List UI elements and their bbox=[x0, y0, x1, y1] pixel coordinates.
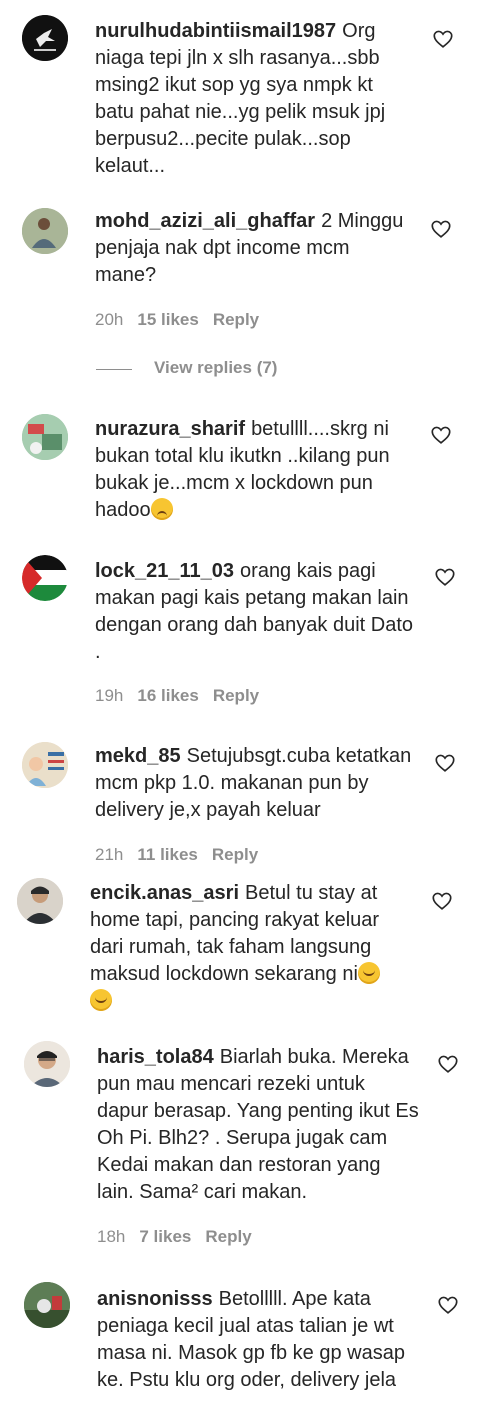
comment-time: 18h bbox=[97, 1227, 126, 1246]
comment-meta: 21h 11 likes Reply bbox=[95, 845, 272, 865]
comment-likes[interactable]: 7 likes bbox=[139, 1227, 191, 1246]
comment-username[interactable]: nurazura_sharif bbox=[95, 418, 245, 440]
heart-icon[interactable] bbox=[434, 752, 456, 774]
heart-icon[interactable] bbox=[432, 28, 454, 50]
comment-body: Biarlah buka. Mereka pun mau mencari rez… bbox=[97, 1046, 419, 1203]
comment-likes[interactable]: 15 likes bbox=[137, 310, 198, 329]
comment-text: haris_tola84 Biarlah buka. Mereka pun mau… bbox=[97, 1044, 419, 1206]
reply-button[interactable]: Reply bbox=[213, 310, 259, 329]
avatar[interactable] bbox=[17, 878, 63, 924]
reply-button[interactable]: Reply bbox=[212, 845, 258, 864]
comment-text: lock_21_11_03 orang kais pagi makan pagi … bbox=[95, 558, 415, 666]
comment-body: Org niaga tepi jln x slh rasanya...sbb m… bbox=[95, 20, 386, 177]
comment-meta: 20h 15 likes Reply bbox=[95, 310, 273, 330]
comment-username[interactable]: anisnonisss bbox=[97, 1288, 213, 1310]
comment-meta: 19h 16 likes Reply bbox=[95, 686, 273, 706]
heart-icon[interactable] bbox=[437, 1294, 459, 1316]
comment-text: encik.anas_asri Betul tu stay at home tap… bbox=[90, 880, 416, 1015]
heart-icon[interactable] bbox=[430, 424, 452, 446]
comment-time: 19h bbox=[95, 686, 124, 705]
avatar[interactable] bbox=[22, 742, 68, 788]
comment-likes[interactable]: 16 likes bbox=[137, 686, 198, 705]
comment-username[interactable]: nurulhudabintiismail1987 bbox=[95, 20, 336, 42]
comment-text: nurulhudabintiismail1987 Org niaga tepi j… bbox=[95, 18, 413, 180]
comment-meta: 18h 7 likes Reply bbox=[97, 1227, 266, 1247]
avatar[interactable] bbox=[24, 1041, 70, 1087]
avatar[interactable] bbox=[22, 208, 68, 254]
comment-likes[interactable]: 11 likes bbox=[137, 845, 198, 864]
view-replies-label[interactable]: View replies (7) bbox=[154, 358, 277, 378]
comment-username[interactable]: encik.anas_asri bbox=[90, 882, 239, 904]
comment-username[interactable]: mekd_85 bbox=[95, 745, 181, 767]
heart-icon[interactable] bbox=[437, 1053, 459, 1075]
comment-time: 21h bbox=[95, 845, 124, 864]
comment-username[interactable]: mohd_azizi_ali_ghaffar bbox=[95, 210, 315, 232]
comment-text: mekd_85 Setujubsgt.cuba ketatkan mcm pkp … bbox=[95, 743, 413, 824]
rolling-laughing-face-icon bbox=[357, 962, 380, 984]
heart-icon[interactable] bbox=[430, 218, 452, 240]
pensive-face-icon bbox=[150, 498, 173, 520]
comment-text: nurazura_sharif betullll....skrg ni bukan… bbox=[95, 416, 417, 524]
replies-divider bbox=[96, 369, 132, 370]
reply-button[interactable]: Reply bbox=[205, 1227, 251, 1246]
avatar[interactable] bbox=[22, 414, 68, 460]
avatar[interactable] bbox=[22, 15, 68, 61]
heart-icon[interactable] bbox=[431, 890, 453, 912]
rolling-laughing-face-icon bbox=[90, 989, 112, 1011]
comment-username[interactable]: lock_21_11_03 bbox=[95, 560, 234, 582]
comment-text: anisnonisss Betolllll. Ape kata peniaga k… bbox=[97, 1286, 413, 1394]
heart-icon[interactable] bbox=[434, 566, 456, 588]
avatar[interactable] bbox=[22, 555, 68, 601]
comment-time: 20h bbox=[95, 310, 124, 329]
avatar[interactable] bbox=[24, 1282, 70, 1328]
comment-text: mohd_azizi_ali_ghaffar 2 Minggu penjaja n… bbox=[95, 208, 415, 289]
comment-username[interactable]: haris_tola84 bbox=[97, 1046, 214, 1068]
reply-button[interactable]: Reply bbox=[213, 686, 259, 705]
